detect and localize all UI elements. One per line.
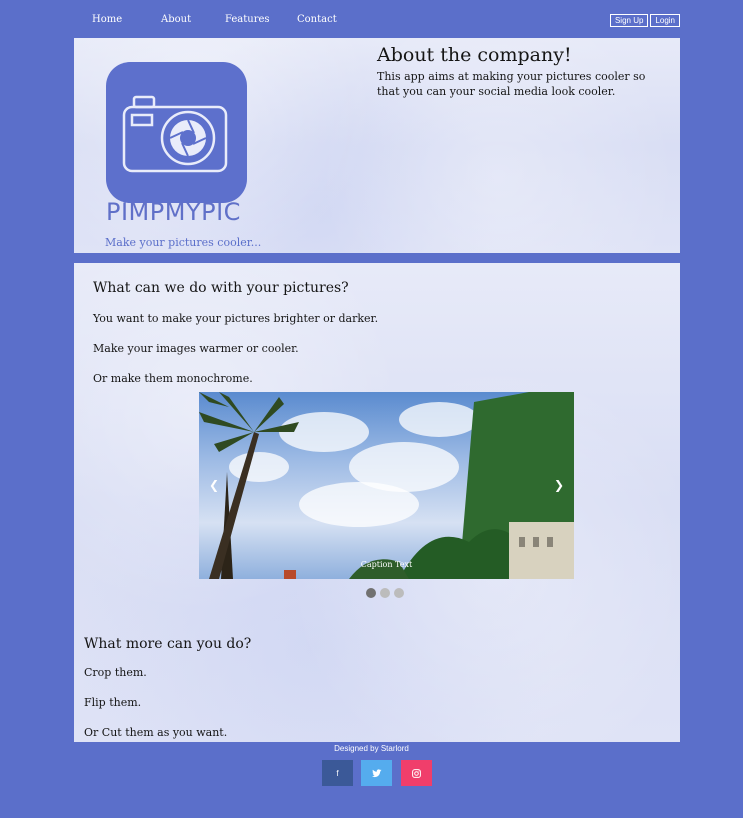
prev-slide-button[interactable]: ❮ <box>209 478 219 492</box>
brand-name: PIMPMYPIC <box>106 198 241 226</box>
tagline: Make your pictures cooler... <box>105 236 262 249</box>
hero-panel: PIMPMYPIC Make your pictures cooler... A… <box>74 38 680 253</box>
login-button[interactable]: Login <box>650 14 680 27</box>
facebook-icon: f <box>336 768 339 778</box>
slide-dots <box>366 588 404 598</box>
more-section: What more can you do? Crop them. Flip th… <box>84 636 484 746</box>
slide-dot-1[interactable] <box>366 588 376 598</box>
nav-home[interactable]: Home <box>92 14 122 25</box>
twitter-button[interactable] <box>361 760 392 786</box>
instagram-icon <box>412 768 421 778</box>
more-line: Or Cut them as you want. <box>84 726 228 739</box>
about-title: About the company! <box>377 44 572 66</box>
more-title: What more can you do? <box>84 636 252 652</box>
feature-line: Or make them monochrome. <box>93 372 253 385</box>
slideshow-image: ❮ ❯ Caption Text <box>199 392 574 579</box>
about-section: About the company! This app aims at maki… <box>377 44 667 99</box>
auth-buttons: Sign Up Login <box>609 14 680 27</box>
more-line: Crop them. <box>84 666 147 679</box>
feature-line: Make your images warmer or cooler. <box>93 342 299 355</box>
facebook-button[interactable]: f <box>322 760 353 786</box>
feature-line: You want to make your pictures brighter … <box>93 312 379 325</box>
top-navbar: Home About Features Contact Sign Up Logi… <box>74 10 680 34</box>
nav-contact[interactable]: Contact <box>297 14 337 25</box>
slide-dot-2[interactable] <box>380 588 390 598</box>
footer-credit: Designed by Starlord <box>334 744 409 753</box>
features-panel: What can we do with your pictures? You w… <box>74 263 680 742</box>
sign-up-button[interactable]: Sign Up <box>609 14 649 27</box>
slide-dot-3[interactable] <box>394 588 404 598</box>
twitter-icon <box>371 768 381 777</box>
camera-icon <box>122 95 227 172</box>
nav-features[interactable]: Features <box>225 14 270 25</box>
features-section: What can we do with your pictures? You w… <box>93 280 493 390</box>
nav-about[interactable]: About <box>161 14 191 25</box>
slide-caption: Caption Text <box>360 560 413 569</box>
palm-tree-icon <box>199 392 574 579</box>
next-slide-button[interactable]: ❯ <box>554 478 564 492</box>
about-text: This app aims at making your pictures co… <box>377 70 646 98</box>
app-logo <box>106 62 247 203</box>
features-title: What can we do with your pictures? <box>93 280 349 296</box>
instagram-button[interactable] <box>401 760 432 786</box>
more-line: Flip them. <box>84 696 142 709</box>
